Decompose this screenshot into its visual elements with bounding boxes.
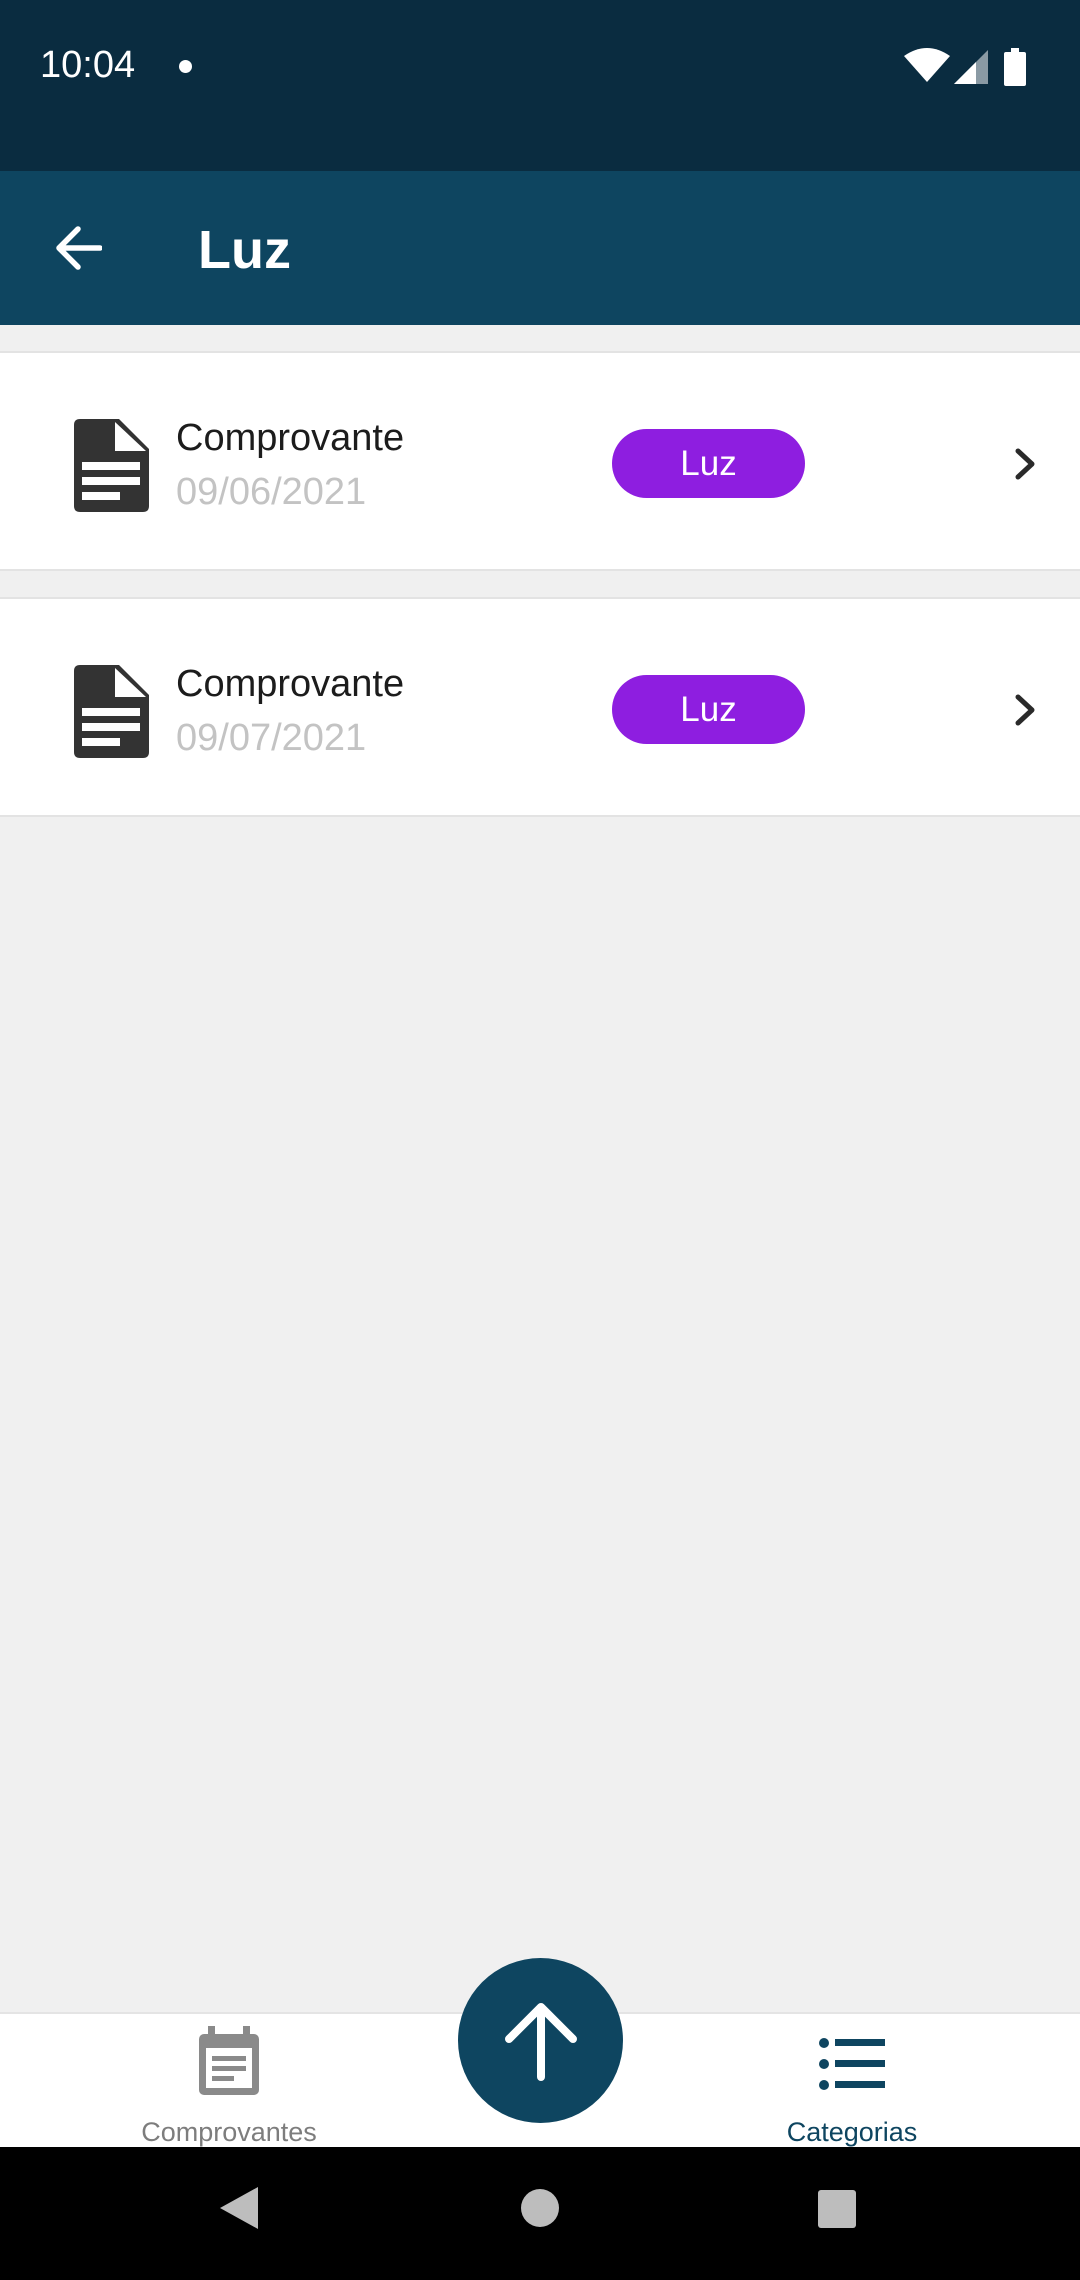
list-item[interactable]: Comprovante 09/07/2021 Luz bbox=[0, 597, 1080, 817]
nav-item-comprovantes[interactable]: Comprovantes bbox=[89, 2014, 369, 2149]
chevron-right-icon bbox=[1015, 448, 1035, 480]
wifi-icon bbox=[904, 48, 950, 82]
receipt-list: Comprovante 09/06/2021 Luz Comprovante 0… bbox=[0, 351, 1080, 843]
back-triangle-icon[interactable] bbox=[216, 2183, 262, 2233]
system-navigation-bar bbox=[0, 2147, 1080, 2280]
list-icon bbox=[819, 2038, 885, 2090]
nav-item-categorias[interactable]: Categorias bbox=[712, 2014, 992, 2149]
status-bar: 10:04 bbox=[0, 0, 1080, 171]
item-date: 09/07/2021 bbox=[176, 717, 367, 759]
battery-icon bbox=[1004, 48, 1026, 86]
status-time: 10:04 bbox=[40, 44, 136, 86]
cell-signal-icon bbox=[954, 50, 988, 84]
item-date: 09/06/2021 bbox=[176, 471, 367, 513]
calendar-note-icon bbox=[199, 2026, 259, 2095]
notification-dot-icon bbox=[179, 60, 192, 73]
chevron-right-icon bbox=[1015, 694, 1035, 726]
item-title: Comprovante bbox=[176, 417, 405, 459]
recents-square-icon[interactable] bbox=[817, 2189, 857, 2229]
nav-label-categorias: Categorias bbox=[786, 2117, 918, 2147]
nav-label-comprovantes: Comprovantes bbox=[141, 2117, 317, 2147]
category-tag: Luz bbox=[612, 675, 805, 744]
status-icons bbox=[904, 48, 1044, 88]
app-bar: Luz bbox=[0, 171, 1080, 325]
upload-button[interactable] bbox=[458, 1958, 623, 2123]
arrow-left-icon bbox=[56, 226, 102, 270]
arrow-up-icon bbox=[504, 2002, 577, 2081]
item-title: Comprovante bbox=[176, 663, 405, 705]
screen: 10:04 Luz Comprovante 09/06/2021 Luz Com… bbox=[0, 0, 1080, 2280]
document-icon bbox=[74, 665, 149, 758]
list-item[interactable]: Comprovante 09/06/2021 Luz bbox=[0, 351, 1080, 571]
home-circle-icon[interactable] bbox=[520, 2188, 560, 2228]
back-button[interactable] bbox=[28, 198, 128, 298]
page-title: Luz bbox=[198, 220, 291, 280]
category-tag: Luz bbox=[612, 429, 805, 498]
document-icon bbox=[74, 419, 149, 512]
